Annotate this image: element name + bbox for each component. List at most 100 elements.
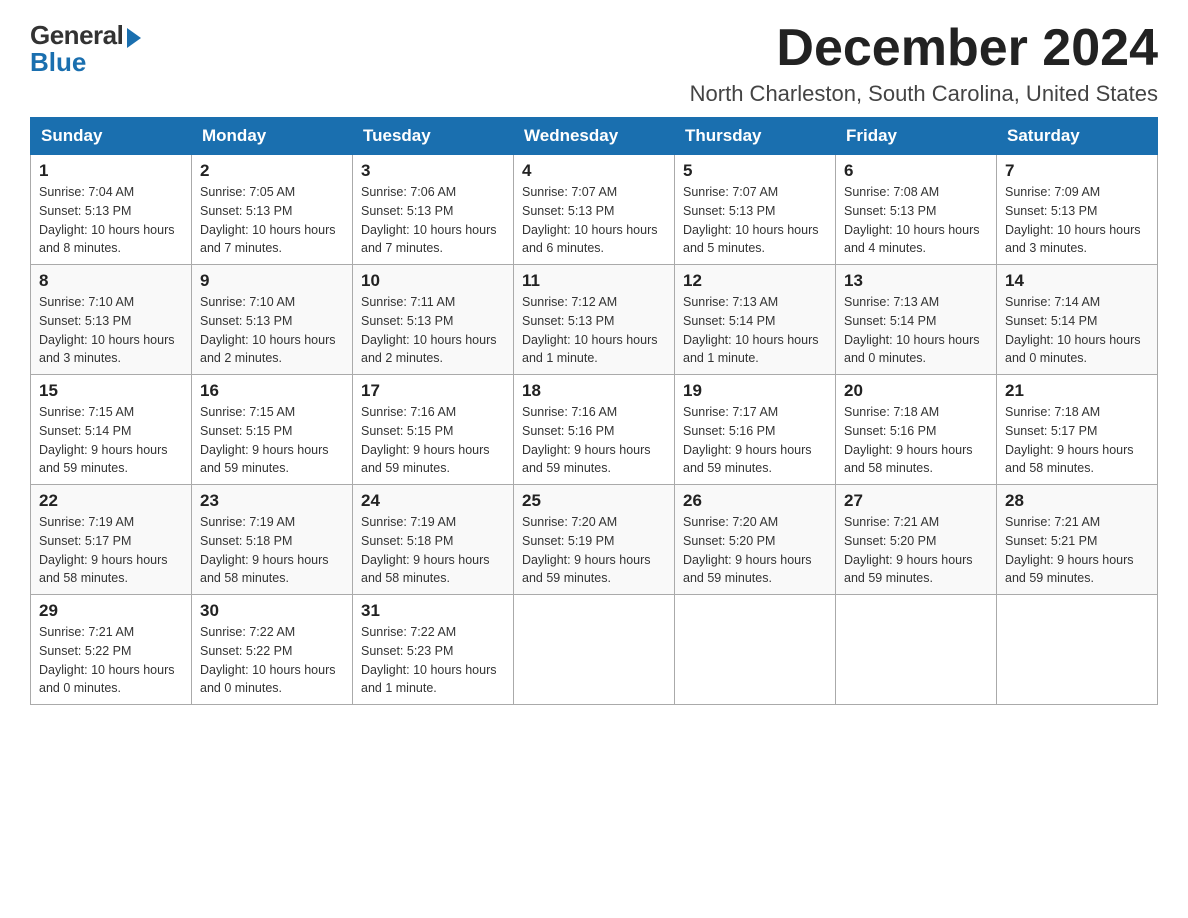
day-info: Sunrise: 7:19 AMSunset: 5:17 PMDaylight:… [39, 513, 183, 588]
day-of-week-monday: Monday [192, 118, 353, 155]
day-number: 27 [844, 491, 988, 511]
sunset-text: Sunset: 5:13 PM [361, 312, 505, 331]
daylight-minutes-text: and 7 minutes. [200, 239, 344, 258]
day-of-week-tuesday: Tuesday [353, 118, 514, 155]
logo-arrow-icon [127, 28, 141, 48]
calendar-day-cell: 2Sunrise: 7:05 AMSunset: 5:13 PMDaylight… [192, 155, 353, 265]
sunset-text: Sunset: 5:13 PM [200, 202, 344, 221]
daylight-minutes-text: and 59 minutes. [683, 459, 827, 478]
daylight-minutes-text: and 0 minutes. [1005, 349, 1149, 368]
sunrise-text: Sunrise: 7:17 AM [683, 403, 827, 422]
day-of-week-sunday: Sunday [31, 118, 192, 155]
daylight-hours-text: Daylight: 9 hours hours [39, 441, 183, 460]
daylight-hours-text: Daylight: 9 hours hours [361, 441, 505, 460]
calendar-week-row: 1Sunrise: 7:04 AMSunset: 5:13 PMDaylight… [31, 155, 1158, 265]
day-info: Sunrise: 7:08 AMSunset: 5:13 PMDaylight:… [844, 183, 988, 258]
sunset-text: Sunset: 5:14 PM [1005, 312, 1149, 331]
sunrise-text: Sunrise: 7:22 AM [361, 623, 505, 642]
daylight-minutes-text: and 0 minutes. [200, 679, 344, 698]
daylight-minutes-text: and 59 minutes. [844, 569, 988, 588]
day-number: 10 [361, 271, 505, 291]
sunrise-text: Sunrise: 7:13 AM [683, 293, 827, 312]
calendar-day-cell: 8Sunrise: 7:10 AMSunset: 5:13 PMDaylight… [31, 265, 192, 375]
day-info: Sunrise: 7:10 AMSunset: 5:13 PMDaylight:… [200, 293, 344, 368]
sunrise-text: Sunrise: 7:08 AM [844, 183, 988, 202]
sunset-text: Sunset: 5:13 PM [522, 312, 666, 331]
day-info: Sunrise: 7:22 AMSunset: 5:23 PMDaylight:… [361, 623, 505, 698]
sunset-text: Sunset: 5:20 PM [683, 532, 827, 551]
calendar-day-cell: 25Sunrise: 7:20 AMSunset: 5:19 PMDayligh… [514, 485, 675, 595]
day-number: 31 [361, 601, 505, 621]
daylight-minutes-text: and 3 minutes. [39, 349, 183, 368]
day-number: 30 [200, 601, 344, 621]
day-number: 22 [39, 491, 183, 511]
daylight-hours-text: Daylight: 10 hours hours [844, 221, 988, 240]
sunset-text: Sunset: 5:13 PM [200, 312, 344, 331]
daylight-hours-text: Daylight: 10 hours hours [200, 331, 344, 350]
daylight-minutes-text: and 58 minutes. [361, 569, 505, 588]
daylight-minutes-text: and 59 minutes. [361, 459, 505, 478]
day-info: Sunrise: 7:16 AMSunset: 5:15 PMDaylight:… [361, 403, 505, 478]
calendar-day-cell: 26Sunrise: 7:20 AMSunset: 5:20 PMDayligh… [675, 485, 836, 595]
day-number: 16 [200, 381, 344, 401]
calendar-day-cell: 13Sunrise: 7:13 AMSunset: 5:14 PMDayligh… [836, 265, 997, 375]
day-number: 7 [1005, 161, 1149, 181]
sunset-text: Sunset: 5:13 PM [844, 202, 988, 221]
sunset-text: Sunset: 5:23 PM [361, 642, 505, 661]
sunset-text: Sunset: 5:14 PM [39, 422, 183, 441]
sunrise-text: Sunrise: 7:20 AM [683, 513, 827, 532]
sunrise-text: Sunrise: 7:04 AM [39, 183, 183, 202]
day-number: 3 [361, 161, 505, 181]
daylight-minutes-text: and 58 minutes. [39, 569, 183, 588]
sunset-text: Sunset: 5:13 PM [361, 202, 505, 221]
calendar-day-cell: 4Sunrise: 7:07 AMSunset: 5:13 PMDaylight… [514, 155, 675, 265]
daylight-hours-text: Daylight: 10 hours hours [522, 331, 666, 350]
daylight-hours-text: Daylight: 9 hours hours [522, 551, 666, 570]
sunset-text: Sunset: 5:13 PM [39, 202, 183, 221]
daylight-minutes-text: and 59 minutes. [39, 459, 183, 478]
day-number: 23 [200, 491, 344, 511]
sunset-text: Sunset: 5:18 PM [200, 532, 344, 551]
daylight-hours-text: Daylight: 10 hours hours [844, 331, 988, 350]
daylight-hours-text: Daylight: 9 hours hours [683, 551, 827, 570]
day-number: 9 [200, 271, 344, 291]
sunrise-text: Sunrise: 7:10 AM [39, 293, 183, 312]
day-number: 17 [361, 381, 505, 401]
sunrise-text: Sunrise: 7:10 AM [200, 293, 344, 312]
day-info: Sunrise: 7:07 AMSunset: 5:13 PMDaylight:… [522, 183, 666, 258]
day-info: Sunrise: 7:17 AMSunset: 5:16 PMDaylight:… [683, 403, 827, 478]
daylight-hours-text: Daylight: 10 hours hours [522, 221, 666, 240]
day-info: Sunrise: 7:18 AMSunset: 5:16 PMDaylight:… [844, 403, 988, 478]
day-info: Sunrise: 7:13 AMSunset: 5:14 PMDaylight:… [844, 293, 988, 368]
daylight-minutes-text: and 6 minutes. [522, 239, 666, 258]
sunset-text: Sunset: 5:17 PM [39, 532, 183, 551]
day-info: Sunrise: 7:19 AMSunset: 5:18 PMDaylight:… [361, 513, 505, 588]
title-block: December 2024 North Charleston, South Ca… [690, 20, 1158, 107]
daylight-minutes-text: and 3 minutes. [1005, 239, 1149, 258]
daylight-minutes-text: and 0 minutes. [39, 679, 183, 698]
calendar-day-cell: 12Sunrise: 7:13 AMSunset: 5:14 PMDayligh… [675, 265, 836, 375]
daylight-hours-text: Daylight: 10 hours hours [361, 661, 505, 680]
calendar-day-cell: 28Sunrise: 7:21 AMSunset: 5:21 PMDayligh… [997, 485, 1158, 595]
day-number: 18 [522, 381, 666, 401]
daylight-minutes-text: and 1 minute. [522, 349, 666, 368]
day-info: Sunrise: 7:20 AMSunset: 5:19 PMDaylight:… [522, 513, 666, 588]
sunset-text: Sunset: 5:13 PM [1005, 202, 1149, 221]
daylight-minutes-text: and 1 minute. [683, 349, 827, 368]
sunset-text: Sunset: 5:13 PM [522, 202, 666, 221]
daylight-hours-text: Daylight: 9 hours hours [200, 551, 344, 570]
sunrise-text: Sunrise: 7:15 AM [200, 403, 344, 422]
calendar-day-cell [675, 595, 836, 705]
day-info: Sunrise: 7:13 AMSunset: 5:14 PMDaylight:… [683, 293, 827, 368]
day-info: Sunrise: 7:21 AMSunset: 5:20 PMDaylight:… [844, 513, 988, 588]
day-number: 8 [39, 271, 183, 291]
calendar-day-cell: 14Sunrise: 7:14 AMSunset: 5:14 PMDayligh… [997, 265, 1158, 375]
daylight-minutes-text: and 58 minutes. [200, 569, 344, 588]
sunset-text: Sunset: 5:21 PM [1005, 532, 1149, 551]
daylight-hours-text: Daylight: 10 hours hours [200, 661, 344, 680]
daylight-hours-text: Daylight: 9 hours hours [522, 441, 666, 460]
day-info: Sunrise: 7:16 AMSunset: 5:16 PMDaylight:… [522, 403, 666, 478]
daylight-hours-text: Daylight: 9 hours hours [1005, 551, 1149, 570]
daylight-hours-text: Daylight: 9 hours hours [361, 551, 505, 570]
daylight-hours-text: Daylight: 10 hours hours [1005, 331, 1149, 350]
